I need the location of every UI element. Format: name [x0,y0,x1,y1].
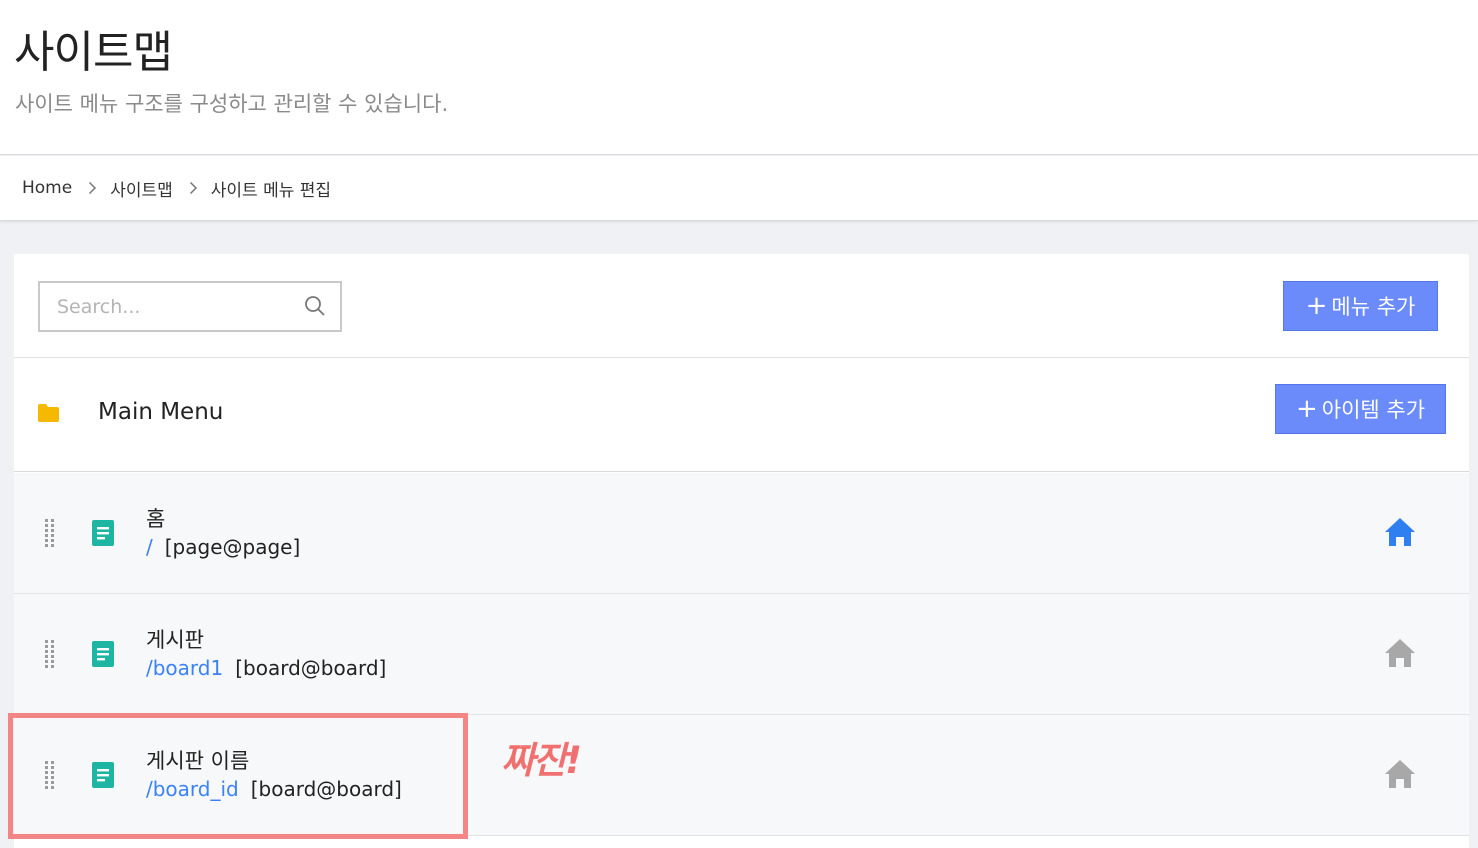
menu-item-home[interactable]: 홈 / [page@page] [14,473,1469,594]
breadcrumb-home[interactable]: Home [22,178,72,198]
menu-item-module: [page@page] [164,535,301,559]
menu-header: Main Menu [14,359,1469,472]
document-icon [92,520,114,546]
menu-title: Main Menu [98,399,224,425]
add-item-button[interactable]: + 아이템 추가 [1275,384,1446,434]
menu-item-url[interactable]: / [146,535,153,559]
add-menu-label: 메뉴 추가 [1331,295,1416,319]
add-menu-button[interactable]: + 메뉴 추가 [1283,281,1438,331]
menu-item-name[interactable]: 게시판 [146,624,204,654]
search-box [38,281,342,332]
page-header: 사이트맵 사이트 메뉴 구조를 구성하고 관리할 수 있습니다. [0,0,1478,155]
plus-icon: + [1305,291,1328,321]
drag-handle-icon[interactable] [44,640,56,670]
page-title: 사이트맵 [14,27,173,78]
add-item-label: 아이템 추가 [1321,398,1426,422]
search-icon[interactable] [304,295,326,317]
folder-icon [38,404,59,422]
chevron-right-icon [88,181,97,195]
highlight-annotation-box [8,713,468,839]
home-icon-active[interactable] [1384,517,1416,547]
home-icon[interactable] [1384,638,1416,668]
breadcrumb-sitemap[interactable]: 사이트맵 [110,176,173,201]
drag-handle-icon[interactable] [44,519,56,549]
menu-item-meta: / [page@page] [146,535,300,559]
search-input[interactable] [40,283,290,330]
annotation-text: 짜잔! [501,739,582,782]
document-icon [92,641,114,667]
menu-item-module: [board@board] [235,656,387,680]
menu-item-url[interactable]: /board1 [146,656,223,680]
breadcrumb-current: 사이트 메뉴 편집 [210,180,332,201]
menu-item-name[interactable]: 홈 [146,503,165,533]
page-subtitle: 사이트 메뉴 구조를 구성하고 관리할 수 있습니다. [15,92,449,116]
menu-item-board1[interactable]: 게시판 /board1 [board@board] [14,594,1469,715]
chevron-right-icon [189,181,198,195]
breadcrumb: Home 사이트맵 사이트 메뉴 편집 [0,156,1478,221]
menu-item-meta: /board1 [board@board] [146,656,386,680]
toolbar: + 메뉴 추가 [14,254,1469,358]
home-icon[interactable] [1384,759,1416,789]
plus-icon: + [1295,394,1318,424]
